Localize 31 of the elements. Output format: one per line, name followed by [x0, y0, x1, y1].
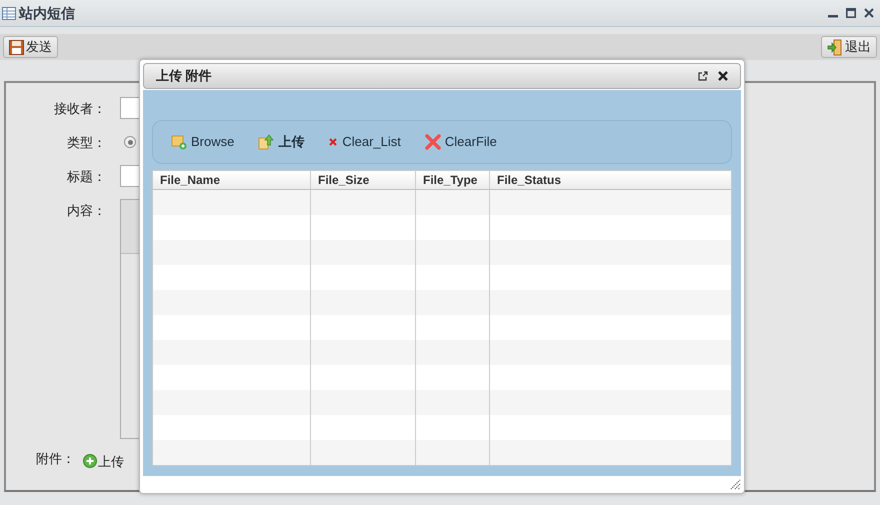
small-x-icon [328, 137, 338, 147]
delete-button[interactable]: ClearFile [424, 132, 497, 152]
field-label: 接收者： [53, 100, 106, 118]
field-label: 标题： [66, 168, 106, 186]
delete-x-icon [424, 134, 441, 150]
table-icon [2, 6, 16, 20]
column-header[interactable]: File_Size [311, 171, 416, 189]
upload-button[interactable]: 上传 [258, 132, 304, 152]
field-label: 类型： [66, 134, 106, 152]
column-header[interactable]: File_Name [153, 171, 311, 189]
send-button[interactable]: 发送 [3, 36, 58, 58]
folder-add-icon [171, 134, 187, 150]
dialog-title: 上传 附件 [156, 67, 212, 86]
exit-button[interactable]: 退出 [821, 36, 877, 58]
clear-button[interactable]: Clear_List [328, 132, 401, 152]
plus-circle-icon [83, 454, 97, 468]
radio-button[interactable] [124, 136, 136, 148]
upload-arrow-icon [258, 134, 274, 150]
close-icon[interactable] [718, 71, 728, 81]
browse-button[interactable]: Browse [171, 132, 234, 152]
column-header[interactable]: File_Type [416, 171, 490, 189]
column-header[interactable]: File_Status [490, 171, 731, 189]
upload-link[interactable]: 上传 [83, 448, 124, 468]
popout-icon[interactable] [698, 71, 708, 81]
window-title: 站内短信 [19, 4, 75, 22]
field-label: 附件： [36, 450, 75, 468]
resize-grip-icon[interactable] [729, 478, 741, 490]
field-label: 内容： [66, 202, 106, 220]
maximize-icon[interactable] [846, 8, 856, 18]
close-icon[interactable] [864, 8, 874, 18]
door-arrow-icon [827, 38, 843, 56]
